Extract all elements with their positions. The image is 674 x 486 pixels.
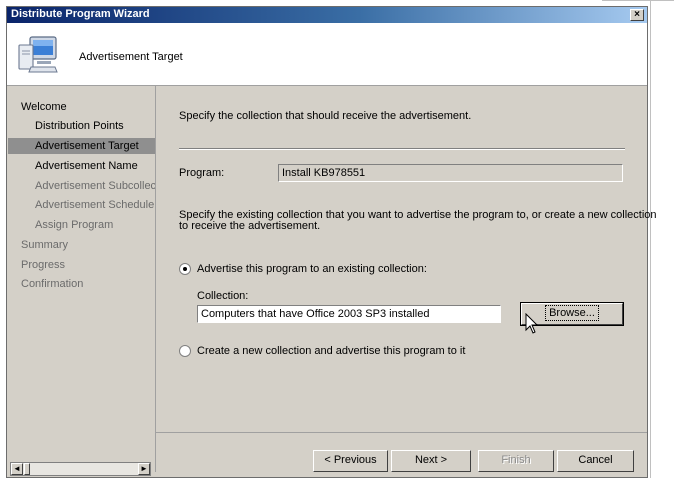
nav-item-advertisement-target[interactable]: Advertisement Target xyxy=(8,138,155,154)
wizard-window: Distribute Program Wizard × Advertisemen… xyxy=(6,6,657,478)
header-title: Advertisement Target xyxy=(79,51,183,63)
program-field: Install KB978551 xyxy=(278,164,623,182)
nav-item-confirmation: Confirmation xyxy=(21,278,84,290)
close-button[interactable]: × xyxy=(630,9,644,21)
outer-edge-line-right xyxy=(650,0,651,478)
wizard-nav-pane: Welcome Distribution Points Advertisemen… xyxy=(8,86,156,472)
computer-monitor-icon xyxy=(18,36,58,73)
instruction-text: Specify the collection that should recei… xyxy=(179,110,472,122)
description-line-2: to receive the advertisement. xyxy=(179,220,321,232)
cancel-button[interactable]: Cancel xyxy=(557,450,634,472)
wizard-header: Advertisement Target xyxy=(7,23,647,86)
window-title: Distribute Program Wizard xyxy=(11,8,150,20)
nav-item-advertisement-name[interactable]: Advertisement Name xyxy=(8,158,155,174)
mouse-pointer-icon xyxy=(525,313,539,334)
wizard-content: Specify the collection that should recei… xyxy=(157,86,657,432)
nav-item-distribution-points[interactable]: Distribution Points xyxy=(8,118,155,134)
nav-item-summary: Summary xyxy=(21,239,69,251)
scroll-left-arrow-icon[interactable]: ◄ xyxy=(11,463,23,475)
finish-button: Finish xyxy=(478,450,554,472)
title-bar[interactable]: Distribute Program Wizard × xyxy=(7,7,647,23)
browse-button-label: Browse... xyxy=(545,305,599,321)
collection-input[interactable]: Computers that have Office 2003 SP3 inst… xyxy=(197,305,501,323)
nav-item-assign-program: Assign Program xyxy=(35,219,114,231)
scroll-right-arrow-icon[interactable]: ► xyxy=(138,463,150,475)
existing-collection-label[interactable]: Advertise this program to an existing co… xyxy=(197,263,427,275)
program-label: Program: xyxy=(179,167,225,179)
content-separator xyxy=(179,148,625,150)
new-collection-label[interactable]: Create a new collection and advertise th… xyxy=(197,345,465,357)
scrollbar-thumb[interactable] xyxy=(24,463,30,475)
nav-item-welcome[interactable]: Welcome xyxy=(8,99,155,115)
collection-label: Collection: xyxy=(197,290,249,302)
outer-edge-line xyxy=(602,0,674,1)
next-button[interactable]: Next > xyxy=(391,450,471,472)
new-collection-radio[interactable] xyxy=(179,345,191,357)
nav-item-progress: Progress xyxy=(21,259,66,271)
existing-collection-radio[interactable] xyxy=(179,263,191,275)
nav-horizontal-scrollbar[interactable]: ◄ ► xyxy=(10,462,151,476)
nav-item-advertisement-schedule: Advertisement Schedule xyxy=(35,199,155,211)
nav-item-advertisement-subcollection: Advertisement Subcollection xyxy=(35,180,155,192)
previous-button[interactable]: < Previous xyxy=(313,450,388,472)
wizard-button-bar: < Previous Next > Finish Cancel xyxy=(156,432,647,478)
